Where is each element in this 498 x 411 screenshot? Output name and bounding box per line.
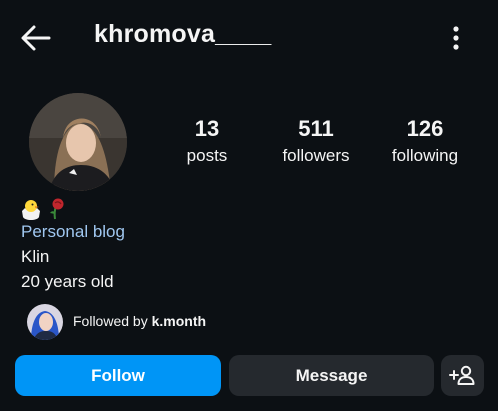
message-button[interactable]: Message bbox=[229, 355, 434, 396]
add-person-icon bbox=[449, 365, 475, 385]
following-count: 126 bbox=[406, 116, 444, 141]
bio-line-location: Klin bbox=[21, 247, 50, 266]
bio-line-age: 20 years old bbox=[21, 272, 114, 291]
following-label: following bbox=[391, 146, 459, 165]
followed-by-prefix: Followed by bbox=[73, 313, 152, 329]
add-user-button[interactable] bbox=[441, 355, 484, 396]
followed-by-name[interactable]: k.month bbox=[152, 313, 206, 329]
stat-posts[interactable]: 13 posts bbox=[152, 116, 262, 168]
profile-category: Personal blog bbox=[21, 222, 125, 241]
back-arrow-icon[interactable] bbox=[20, 24, 52, 52]
profile-username: khromova____ bbox=[94, 20, 272, 48]
followers-label: followers bbox=[282, 146, 350, 165]
stat-following[interactable]: 126 following bbox=[370, 116, 480, 168]
followed-by-text: Followed by k.month bbox=[73, 313, 206, 329]
stat-followers[interactable]: 511 followers bbox=[261, 116, 371, 168]
posts-count: 13 bbox=[194, 116, 220, 141]
followers-count: 511 bbox=[298, 116, 334, 141]
rose-emoji bbox=[50, 198, 64, 220]
profile-header: khromova____ bbox=[0, 0, 498, 76]
chick-emoji bbox=[22, 200, 40, 220]
followed-by-row[interactable]: Followed by k.month bbox=[27, 304, 327, 340]
more-options-icon[interactable] bbox=[444, 24, 468, 52]
bio-emojis bbox=[20, 197, 80, 221]
follower-avatar bbox=[27, 304, 63, 340]
profile-avatar[interactable] bbox=[29, 93, 127, 191]
posts-label: posts bbox=[186, 146, 228, 165]
follow-button[interactable]: Follow bbox=[15, 355, 221, 396]
